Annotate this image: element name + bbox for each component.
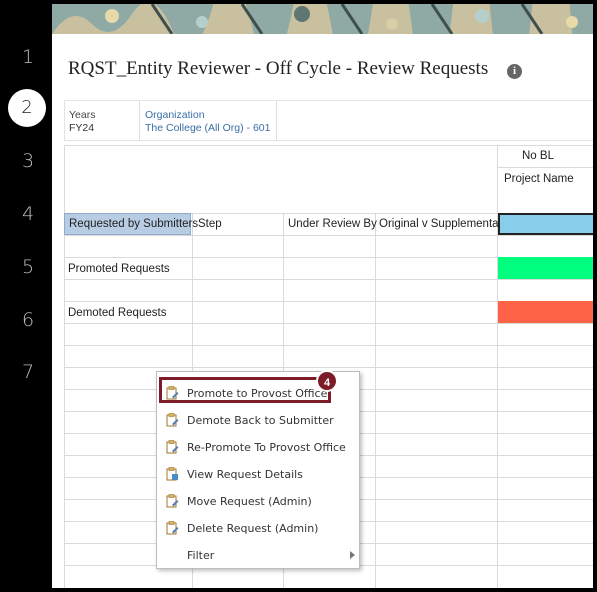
grid-line [498,167,593,168]
callout-badge: 4 [316,370,338,392]
status-cell-requested[interactable] [498,213,593,235]
menu-item-label: View Request Details [187,468,303,481]
status-cell-promoted[interactable] [498,257,593,279]
demote-icon [166,413,179,427]
column-header-original-v-supplemental: Original v Supplemental [379,218,502,230]
grid-line [64,279,593,280]
submenu-arrow-icon [350,551,355,559]
grid-line [64,323,593,324]
app-content: RQST_Entity Reviewer - Off Cycle - Revie… [52,4,593,588]
view-details-icon [166,467,178,481]
menu-item-filter[interactable]: Filter [157,542,359,569]
grid-line [64,345,593,346]
step-4: 4 [21,203,35,225]
pov-org-value: The College (All Org) - 601 [145,122,271,134]
step-indicator: 1 2 3 4 5 6 7 [4,4,52,588]
step-3: 3 [21,150,35,172]
menu-item-delete[interactable]: Delete Request (Admin) [157,515,359,542]
step-1: 1 [21,46,35,68]
menu-item-label: Delete Request (Admin) [187,522,319,535]
row-header-requested[interactable]: Requested by Submitters [64,213,198,235]
step-5: 5 [21,256,35,278]
pov-divider [276,101,277,140]
pov-years-label: Years [69,109,96,121]
menu-item-move[interactable]: Move Request (Admin) [157,488,359,515]
menu-item-repromote[interactable]: Re-Promote To Provost Office [157,434,359,461]
grid-line [497,145,498,588]
grid-line [375,213,376,588]
menu-item-view-details[interactable]: View Request Details [157,461,359,488]
grid-line [64,235,593,236]
row-header-promoted: Promoted Requests [68,263,170,275]
menu-item-label: Re-Promote To Provost Office [187,441,346,454]
grid-line [64,145,593,146]
step-2-active: 2 [8,89,46,127]
row-header-demoted: Demoted Requests [68,307,167,319]
menu-item-label: Demote Back to Submitter [187,414,334,427]
screenshot-frame: 1 2 3 4 5 6 7 RQST_Entity Reviewer - Off… [4,4,593,588]
column-group-header: No BL [522,150,554,162]
pov-organization[interactable]: Organization The College (All Org) - 601 [145,109,270,135]
highlight-box [159,377,331,403]
delete-icon [166,521,179,535]
menu-item-label: Move Request (Admin) [187,495,312,508]
grid-line [64,367,593,368]
move-icon [166,494,179,508]
pov-years[interactable]: Years FY24 [69,109,95,135]
pov-org-label: Organization [145,109,205,121]
page-title: RQST_Entity Reviewer - Off Cycle - Revie… [68,58,489,79]
step-7: 7 [21,361,35,383]
pov-years-value: FY24 [69,122,95,134]
menu-item-demote[interactable]: Demote Back to Submitter [157,407,359,434]
status-cell-demoted[interactable] [498,301,593,323]
pov-bar: Years FY24 Organization The College (All… [64,100,593,141]
context-menu: Promote to Provost Office Demote Back to… [156,371,360,569]
banner-pattern [52,4,593,34]
info-icon[interactable]: i [507,64,522,79]
pov-divider [139,101,140,140]
step-6: 6 [21,309,35,331]
decorative-banner [52,4,593,34]
column-header-step: Step [198,218,222,230]
column-header-project-name: Project Name [504,173,574,185]
grid-line [64,145,65,588]
column-header-under-review-by: Under Review By [288,218,377,230]
menu-item-label: Filter [187,549,215,562]
repromote-icon [166,440,179,454]
